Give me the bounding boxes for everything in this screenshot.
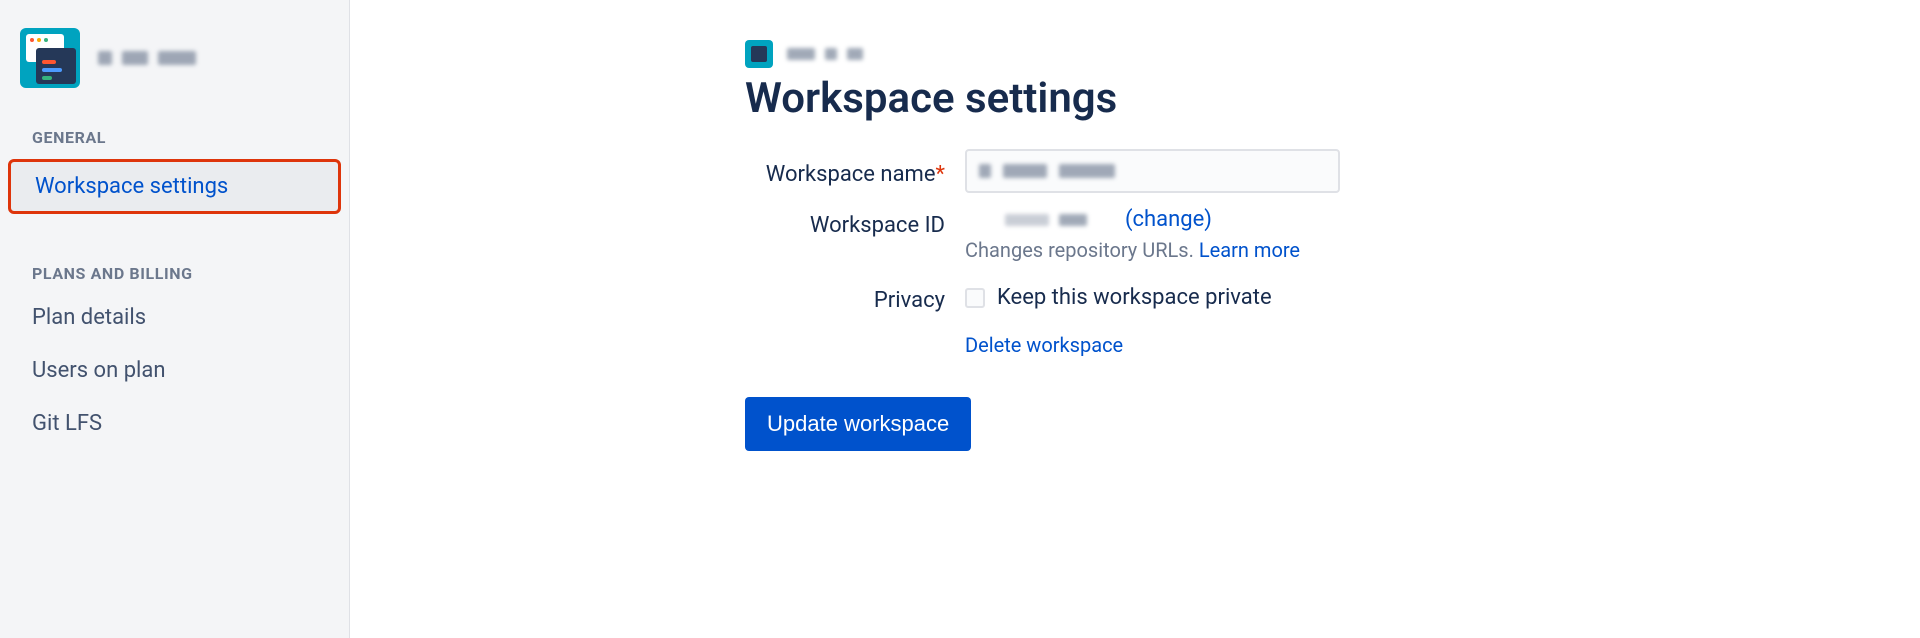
breadcrumb-name-redacted: [787, 48, 863, 60]
learn-more-link[interactable]: Learn more: [1199, 238, 1300, 262]
privacy-label: Privacy: [745, 282, 945, 313]
workspace-small-icon: [745, 40, 773, 68]
sidebar-item-workspace-settings[interactable]: Workspace settings: [8, 159, 341, 214]
workspace-name-redacted: [98, 51, 196, 65]
section-label-general: GENERAL: [0, 108, 349, 155]
workspace-icon: [20, 28, 80, 88]
change-workspace-id-link[interactable]: (change): [1125, 207, 1212, 232]
page-title: Workspace settings: [745, 74, 1465, 123]
main-content: Workspace settings Workspace name*: [350, 0, 1920, 638]
delete-workspace-link[interactable]: Delete workspace: [965, 333, 1123, 357]
workspace-id-help: Changes repository URLs. Learn more: [965, 238, 1465, 262]
sidebar-item-git-lfs[interactable]: Git LFS: [0, 397, 349, 450]
privacy-checkbox-label: Keep this workspace private: [997, 285, 1272, 310]
update-workspace-button[interactable]: Update workspace: [745, 397, 971, 451]
sidebar: GENERAL Workspace settings PLANS AND BIL…: [0, 0, 350, 638]
workspace-id-label: Workspace ID: [745, 207, 945, 238]
workspace-id-value-redacted: [1005, 214, 1087, 226]
section-label-plans: PLANS AND BILLING: [0, 244, 349, 291]
privacy-checkbox[interactable]: [965, 288, 985, 308]
workspace-name-input[interactable]: [965, 149, 1340, 193]
sidebar-item-plan-details[interactable]: Plan details: [0, 291, 349, 344]
sidebar-header: [0, 0, 349, 108]
sidebar-item-users-on-plan[interactable]: Users on plan: [0, 344, 349, 397]
workspace-name-label: Workspace name*: [745, 156, 945, 187]
breadcrumb: [745, 40, 1465, 68]
